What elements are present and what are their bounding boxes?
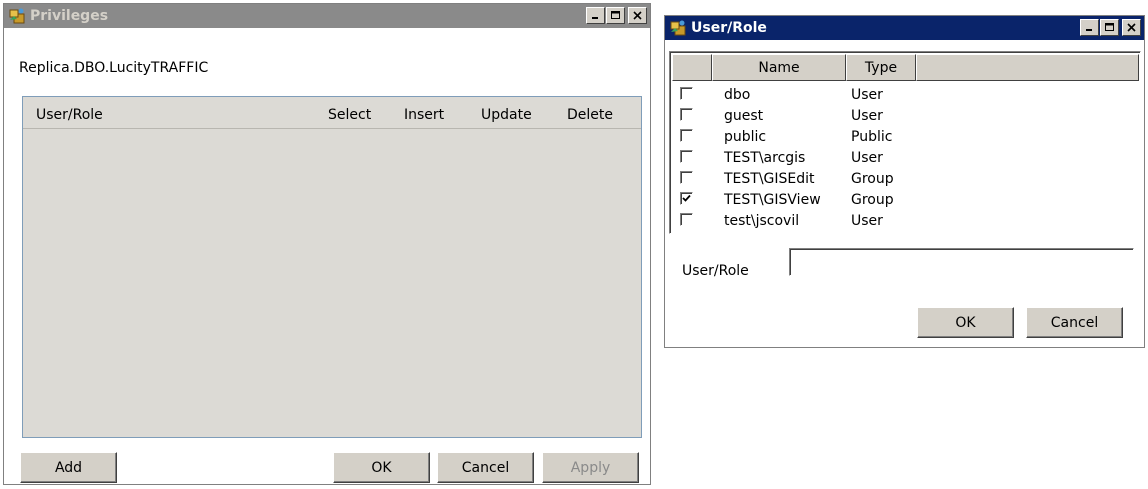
close-button[interactable] <box>628 7 647 24</box>
user-role-list[interactable]: Name Type dbo User guest User public Pub… <box>669 51 1141 234</box>
grid-header-divider <box>23 128 641 129</box>
column-header-user-role[interactable]: User/Role <box>36 107 103 123</box>
add-button[interactable]: Add <box>20 452 117 483</box>
row-type: User <box>851 108 883 124</box>
maximize-button[interactable] <box>606 7 625 24</box>
close-icon <box>1127 23 1136 32</box>
user-role-titlebar[interactable]: User/Role <box>665 16 1144 40</box>
column-header-name[interactable]: Name <box>712 54 846 81</box>
row-name: dbo <box>724 87 751 103</box>
list-item[interactable]: TEST\GISEdit Group <box>680 169 920 190</box>
user-role-window: User/Role Name Type dbo User guest User <box>664 15 1145 348</box>
apply-button[interactable]: Apply <box>542 452 639 483</box>
maximize-icon <box>1104 23 1114 31</box>
row-checkbox[interactable] <box>680 108 693 121</box>
privileges-grid[interactable]: User/Role Select Insert Update Delete <box>22 96 642 438</box>
window-title: Privileges <box>30 8 109 24</box>
ok-button[interactable]: OK <box>333 452 430 483</box>
app-icon <box>8 7 26 25</box>
row-type: Public <box>851 129 893 145</box>
row-type: User <box>851 213 883 229</box>
row-checkbox[interactable] <box>680 87 693 100</box>
row-type: Group <box>851 192 894 208</box>
cancel-button[interactable]: Cancel <box>437 452 534 483</box>
row-name: public <box>724 129 767 145</box>
minimize-button[interactable] <box>1080 19 1099 36</box>
checkmark-icon <box>682 194 691 202</box>
object-name-label: Replica.DBO.LucityTRAFFIC <box>19 60 209 76</box>
column-header-type[interactable]: Type <box>846 54 916 81</box>
user-role-input[interactable] <box>789 248 1134 276</box>
column-header-filler <box>916 54 1139 81</box>
column-header-insert[interactable]: Insert <box>404 107 444 123</box>
close-button[interactable] <box>1122 19 1141 36</box>
column-header-update[interactable]: Update <box>481 107 532 123</box>
maximize-button[interactable] <box>1100 19 1119 36</box>
window-title: User/Role <box>691 20 767 36</box>
column-header-checkbox[interactable] <box>672 54 712 81</box>
row-checkbox[interactable] <box>680 213 693 226</box>
minimize-icon <box>592 17 598 19</box>
row-name: TEST\GISView <box>724 192 821 208</box>
close-icon <box>633 11 642 20</box>
user-role-field-label: User/Role <box>682 263 749 279</box>
row-name: TEST\GISEdit <box>724 171 815 187</box>
list-item[interactable]: dbo User <box>680 85 920 106</box>
row-name: test\jscovil <box>724 213 800 229</box>
row-checkbox[interactable] <box>680 129 693 142</box>
row-name: TEST\arcgis <box>724 150 806 166</box>
list-item[interactable]: guest User <box>680 106 920 127</box>
row-type: Group <box>851 171 894 187</box>
row-name: guest <box>724 108 764 124</box>
ok-button[interactable]: OK <box>917 307 1014 338</box>
privileges-window: Privileges Replica.DBO.LucityTRAFFIC Use… <box>3 3 651 485</box>
column-header-delete[interactable]: Delete <box>567 107 613 123</box>
row-checkbox[interactable] <box>680 150 693 163</box>
privileges-titlebar[interactable]: Privileges <box>4 4 650 28</box>
row-checkbox[interactable] <box>680 171 693 184</box>
row-type: User <box>851 150 883 166</box>
row-type: User <box>851 87 883 103</box>
list-item[interactable]: TEST\arcgis User <box>680 148 920 169</box>
list-item[interactable]: test\jscovil User <box>680 211 920 232</box>
list-item[interactable]: TEST\GISView Group <box>680 190 920 211</box>
list-item[interactable]: public Public <box>680 127 920 148</box>
app-icon <box>669 19 687 37</box>
row-checkbox[interactable] <box>680 192 693 205</box>
column-header-select[interactable]: Select <box>328 107 371 123</box>
cancel-button[interactable]: Cancel <box>1026 307 1123 338</box>
minimize-button[interactable] <box>586 7 605 24</box>
maximize-icon <box>610 11 620 19</box>
minimize-icon <box>1086 29 1092 31</box>
